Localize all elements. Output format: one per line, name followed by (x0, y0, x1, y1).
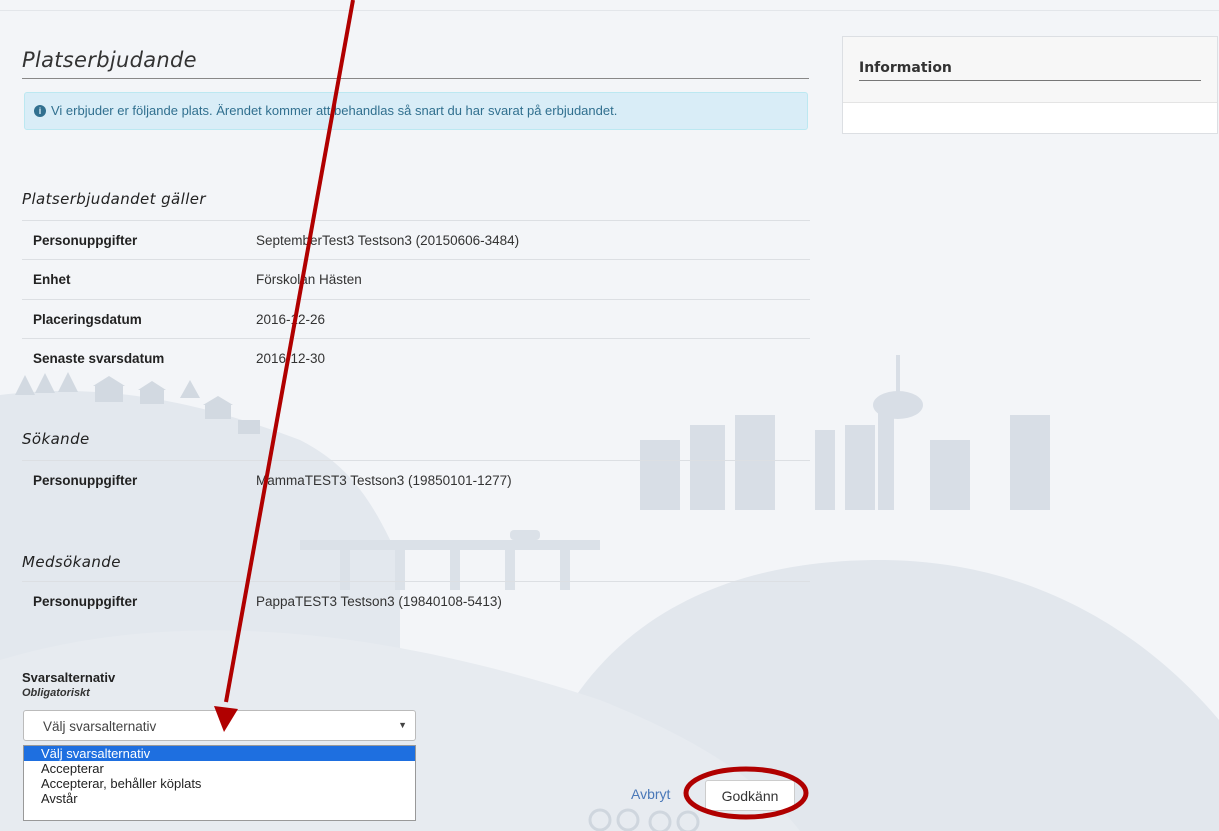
answer-select[interactable]: Välj svarsalternativ ▼ (23, 710, 416, 741)
select-value: Välj svarsalternativ (43, 719, 157, 734)
row-label: Personuppgifter (33, 233, 138, 248)
row-label: Placeringsdatum (33, 312, 142, 327)
applicant-heading: Sökande (22, 430, 90, 448)
table-row: Enhet Förskolan Hästen (22, 259, 810, 299)
table-row: Personuppgifter SeptemberTest3 Testson3 … (22, 220, 810, 260)
row-value: MammaTEST3 Testson3 (19850101-1277) (256, 473, 512, 488)
row-value: Förskolan Hästen (256, 272, 362, 287)
information-divider (859, 80, 1201, 81)
title-divider (22, 78, 809, 79)
page-title: Platserbjudande (22, 48, 197, 72)
row-value: 2016-12-30 (256, 351, 326, 366)
row-value: PappaTEST3 Testson3 (19840108-5413) (256, 594, 502, 609)
row-label: Enhet (33, 272, 71, 287)
offer-heading: Platserbjudandet gäller (22, 190, 206, 208)
table-row: Personuppgifter MammaTEST3 Testson3 (198… (22, 460, 810, 500)
row-value: SeptemberTest3 Testson3 (20150606-3484) (256, 233, 520, 248)
table-row: Senaste svarsdatum 2016-12-30 (22, 338, 810, 378)
caret-down-icon: ▼ (398, 720, 407, 730)
top-divider (0, 10, 1219, 11)
answer-dropdown-list: Välj svarsalternativ Accepterar Accepter… (23, 745, 416, 821)
option-valj[interactable]: Välj svarsalternativ (24, 746, 415, 761)
row-label: Personuppgifter (33, 594, 138, 609)
row-label: Senaste svarsdatum (33, 351, 165, 366)
option-accepterar[interactable]: Accepterar (24, 761, 415, 776)
option-accepterar-behaller-koplats[interactable]: Accepterar, behåller köplats (24, 776, 415, 791)
coapplicant-heading: Medsökande (22, 553, 121, 571)
option-avstar[interactable]: Avstår (24, 791, 415, 806)
table-row: Placeringsdatum 2016-12-26 (22, 299, 810, 339)
table-row: Personuppgifter PappaTEST3 Testson3 (198… (22, 581, 810, 621)
information-panel: Information (842, 36, 1218, 134)
submit-button[interactable]: Godkänn (705, 780, 795, 811)
cancel-link[interactable]: Avbryt (631, 786, 670, 802)
info-alert: i Vi erbjuder er följande plats. Ärendet … (24, 92, 808, 130)
row-value: 2016-12-26 (256, 312, 326, 327)
information-title: Information (859, 60, 952, 76)
info-circle-icon: i (34, 105, 46, 117)
answer-label: Svarsalternativ (22, 670, 116, 685)
answer-required-note: Obligatoriskt (22, 687, 90, 699)
row-label: Personuppgifter (33, 473, 138, 488)
information-panel-header: Information (843, 37, 1217, 103)
alert-text: Vi erbjuder er följande plats. Ärendet k… (51, 103, 618, 118)
